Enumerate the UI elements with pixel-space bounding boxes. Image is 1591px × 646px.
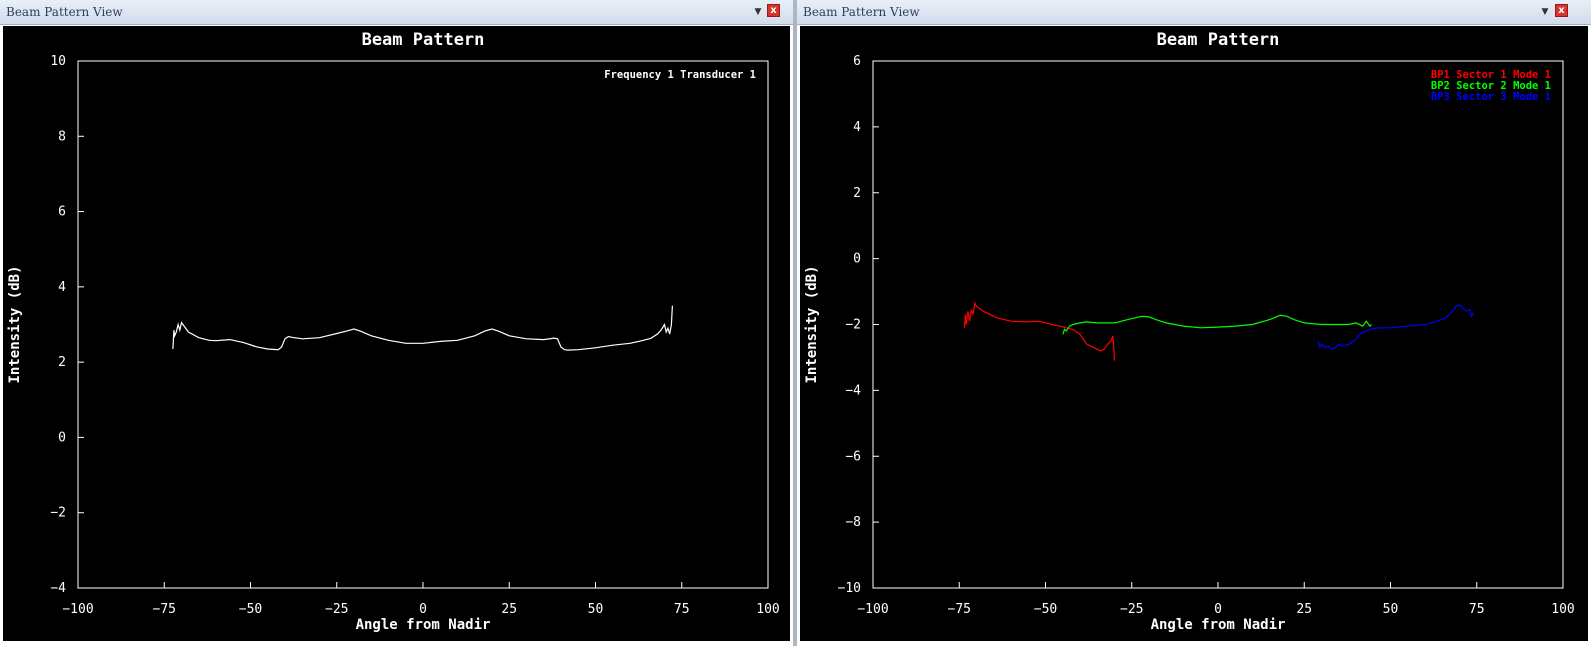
x-tick-label: 75 xyxy=(1469,602,1485,617)
y-tick-label: −2 xyxy=(845,318,861,333)
x-tick-label: 75 xyxy=(674,602,690,617)
x-tick-label: −100 xyxy=(62,602,93,617)
beam-pattern-chart: Beam Pattern −100 −75 −50 −25 0 25 50 75 100 −4 −2 0… xyxy=(7,30,780,633)
y-tick-label: −4 xyxy=(845,383,861,398)
x-axis-label: Angle from Nadir xyxy=(356,617,491,633)
series-line-1 xyxy=(172,305,673,351)
y-tick-label: 0 xyxy=(853,252,861,267)
y-axis-label: Intensity (dB) xyxy=(7,265,23,383)
x-tick-label: 25 xyxy=(501,602,517,617)
y-tick-label: 8 xyxy=(58,129,66,144)
beam-pattern-chart: Beam Pattern −100 −75 −50 −25 0 25 50 75 100 −10 −8… xyxy=(804,30,1575,633)
x-tick-label: 0 xyxy=(419,602,427,617)
series-line-3 xyxy=(1317,303,1474,350)
x-tick-label: −50 xyxy=(239,602,262,617)
chart-title: Beam Pattern xyxy=(1157,30,1280,50)
plot-area: Beam Pattern −100 −75 −50 −25 0 25 50 75 100 −4 −2 0… xyxy=(3,26,790,641)
y-tick-label: −8 xyxy=(845,515,861,530)
y-tick-label: 2 xyxy=(58,355,66,370)
window-titlebar[interactable]: Beam Pattern View ▼ x xyxy=(797,0,1591,25)
x-tick-label: 50 xyxy=(588,602,604,617)
close-icon[interactable]: x xyxy=(767,4,780,17)
x-tick-label: −25 xyxy=(325,602,348,617)
x-tick-label: −25 xyxy=(1120,602,1143,617)
series-line-1 xyxy=(963,301,1116,361)
x-tick-label: 0 xyxy=(1214,602,1222,617)
chevron-down-icon[interactable]: ▼ xyxy=(752,6,764,18)
beam-pattern-window-right: Beam Pattern View ▼ x Beam Pattern −100 −7… xyxy=(797,0,1591,646)
y-tick-label: 6 xyxy=(853,54,861,69)
x-tick-label: −75 xyxy=(948,602,971,617)
y-axis-label: Intensity (dB) xyxy=(804,265,820,383)
x-tick-label: −50 xyxy=(1034,602,1057,617)
x-axis-label: Angle from Nadir xyxy=(1151,617,1286,633)
y-tick-label: 6 xyxy=(58,205,66,220)
legend-entry: Frequency 1 Transducer 1 xyxy=(604,69,756,81)
close-icon[interactable]: x xyxy=(1555,4,1568,17)
window-titlebar[interactable]: Beam Pattern View ▼ x xyxy=(0,0,793,25)
y-tick-label: −4 xyxy=(50,581,66,596)
x-tick-label: 50 xyxy=(1383,602,1399,617)
legend-entry: BP3 Sector 3 Mode 1 xyxy=(1431,91,1551,103)
y-tick-label: 2 xyxy=(853,186,861,201)
y-tick-label: 4 xyxy=(58,280,66,295)
chevron-down-icon[interactable]: ▼ xyxy=(1539,6,1551,18)
x-tick-label: −100 xyxy=(857,602,888,617)
y-tick-label: 4 xyxy=(853,120,861,135)
window-title: Beam Pattern View xyxy=(6,5,123,19)
beam-pattern-window-left: Beam Pattern View ▼ x Beam Pattern −100 −7… xyxy=(0,0,793,646)
y-tick-label: 10 xyxy=(50,54,66,69)
y-tick-label: −6 xyxy=(845,449,861,464)
y-tick-label: −10 xyxy=(838,581,861,596)
x-tick-label: 100 xyxy=(756,602,779,617)
x-tick-label: 25 xyxy=(1296,602,1312,617)
series-line-2 xyxy=(1062,314,1372,335)
x-tick-label: −75 xyxy=(153,602,176,617)
plot-frame xyxy=(872,60,1564,589)
x-tick-label: 100 xyxy=(1551,602,1574,617)
chart-title: Beam Pattern xyxy=(362,30,485,50)
window-title: Beam Pattern View xyxy=(803,5,920,19)
plot-area: Beam Pattern −100 −75 −50 −25 0 25 50 75 100 −10 −8… xyxy=(800,26,1588,641)
y-tick-label: −2 xyxy=(50,506,66,521)
y-tick-label: 0 xyxy=(58,430,66,445)
